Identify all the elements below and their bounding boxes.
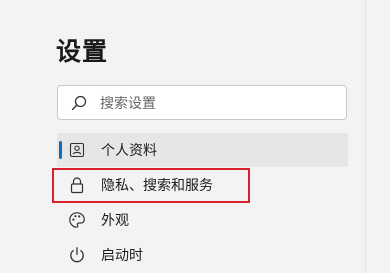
pane-divider — [365, 0, 366, 273]
palette-icon — [67, 210, 87, 230]
sidebar-item-label: 隐私、搜索和服务 — [101, 177, 213, 193]
page-title: 设置 — [56, 38, 109, 66]
sidebar-item-label: 外观 — [101, 212, 129, 228]
search-icon — [68, 92, 90, 114]
search-box[interactable] — [57, 85, 347, 120]
sidebar-item-privacy[interactable]: 隐私、搜索和服务 — [57, 168, 348, 202]
profile-icon — [67, 140, 87, 160]
sidebar-item-label: 启动时 — [101, 247, 143, 263]
search-input[interactable] — [100, 94, 320, 111]
sidebar-item-profile[interactable]: 个人资料 — [57, 133, 348, 167]
sidebar-item-appearance[interactable]: 外观 — [57, 203, 348, 237]
sidebar-item-label: 个人资料 — [101, 142, 157, 158]
power-icon — [67, 245, 87, 265]
sidebar-item-startup[interactable]: 启动时 — [57, 238, 348, 272]
lock-icon — [67, 175, 87, 195]
